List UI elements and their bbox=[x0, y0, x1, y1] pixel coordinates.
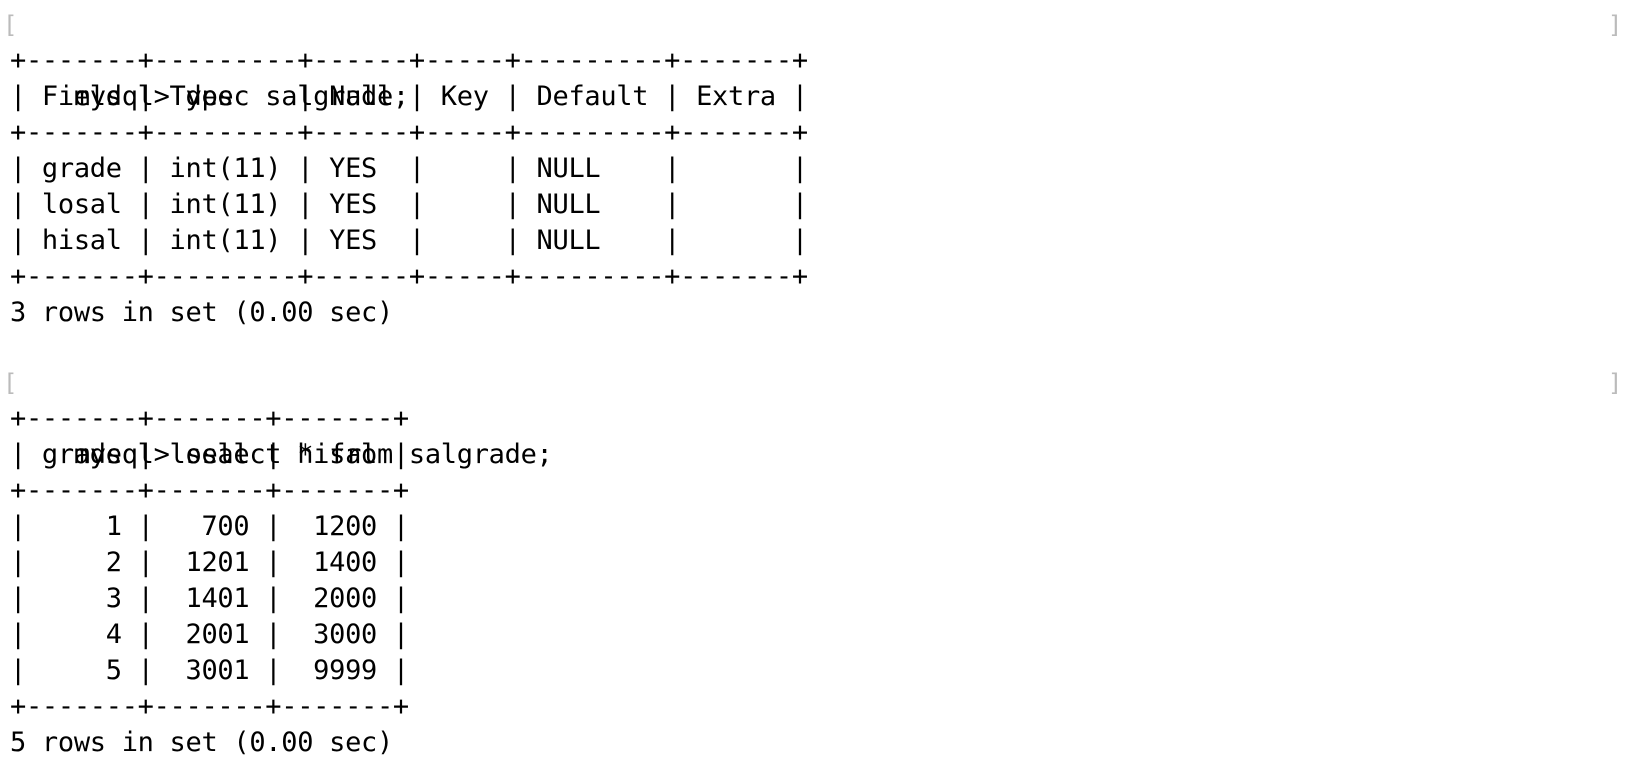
table-row: | grade | int(11) | YES | | NULL | | bbox=[10, 153, 808, 184]
table-row: | hisal | int(11) | YES | | NULL | | bbox=[10, 225, 808, 256]
table-row: | 5 | 3001 | 9999 | bbox=[10, 655, 409, 686]
line-marker-left: [ bbox=[3, 369, 18, 397]
table-row: | 4 | 2001 | 3000 | bbox=[10, 619, 409, 650]
table-row: | losal | int(11) | YES | | NULL | | bbox=[10, 189, 808, 220]
table-border: +-------+-------+-------+ bbox=[10, 475, 409, 506]
table-border: +-------+-------+-------+ bbox=[10, 691, 409, 722]
terminal-output[interactable]: [ mysql> desc salgrade; ] +-------+-----… bbox=[3, 7, 1622, 761]
line-marker-left: [ bbox=[3, 11, 18, 39]
table-header-row: | Field | Type | Null | Key | Default | … bbox=[10, 81, 808, 112]
table-border: +-------+---------+------+-----+--------… bbox=[10, 45, 808, 76]
table-border: +-------+---------+------+-----+--------… bbox=[10, 261, 808, 292]
result-summary: 5 rows in set (0.00 sec) bbox=[10, 727, 393, 758]
table-row: | 3 | 1401 | 2000 | bbox=[10, 583, 409, 614]
line-marker-right: ] bbox=[1607, 11, 1622, 39]
table-border: +-------+-------+-------+ bbox=[10, 403, 409, 434]
result-summary: 3 rows in set (0.00 sec) bbox=[10, 297, 393, 328]
command-line-select[interactable]: [ mysql> select * from salgrade; ] bbox=[3, 365, 1622, 470]
table-row: | 1 | 700 | 1200 | bbox=[10, 511, 409, 542]
table-header-row: | grade | losal | hisal | bbox=[10, 439, 409, 470]
table-border: +-------+---------+------+-----+--------… bbox=[10, 117, 808, 148]
command-line-desc[interactable]: [ mysql> desc salgrade; ] bbox=[3, 7, 1622, 112]
line-marker-right: ] bbox=[1607, 369, 1622, 397]
table-row: | 2 | 1201 | 1400 | bbox=[10, 547, 409, 578]
